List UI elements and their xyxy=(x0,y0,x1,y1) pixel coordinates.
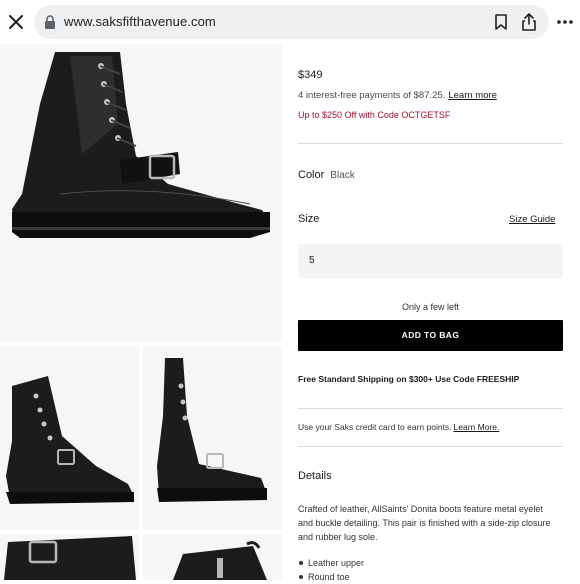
installment-learn-more-link[interactable]: Learn more xyxy=(448,90,497,101)
promo-code-text: Up to $250 Off with Code OCTGETSF xyxy=(298,110,451,120)
add-to-bag-button[interactable]: ADD TO BAG xyxy=(298,320,563,351)
divider xyxy=(298,143,563,144)
close-icon[interactable] xyxy=(6,12,26,32)
installment-text: 4 interest-free payments of $87.25. xyxy=(298,90,446,101)
url-text[interactable]: www.saksfifthavenue.com xyxy=(64,14,216,29)
boot-illustration xyxy=(4,536,136,580)
color-row: Color Black xyxy=(298,169,355,181)
share-icon[interactable] xyxy=(520,12,538,32)
lock-icon xyxy=(44,15,56,29)
credit-learn-more-link[interactable]: Learn More. xyxy=(454,422,500,432)
boot-illustration xyxy=(157,358,267,502)
color-label: Color xyxy=(298,169,325,181)
more-icon[interactable] xyxy=(556,14,574,30)
size-label: Size xyxy=(298,213,320,225)
shipping-note: Free Standard Shipping on $300+ Use Code… xyxy=(298,374,520,384)
color-value: Black xyxy=(330,170,355,181)
size-selector[interactable]: 5 xyxy=(298,244,563,278)
installment-info: 4 interest-free payments of $87.25. Learn… xyxy=(298,90,497,101)
divider xyxy=(298,408,563,409)
boot-illustration xyxy=(12,52,270,238)
credit-text: Use your Saks credit card to earn points… xyxy=(298,422,452,432)
product-image-thumb-3[interactable] xyxy=(0,534,139,580)
stock-note: Only a few left xyxy=(401,302,460,312)
product-price: $349 xyxy=(298,69,323,81)
product-image-thumb-4[interactable] xyxy=(143,534,282,580)
product-image-thumb-2[interactable] xyxy=(143,346,282,530)
address-bar[interactable]: www.saksfifthavenue.com xyxy=(34,5,549,39)
product-image-thumb-1[interactable] xyxy=(0,346,139,530)
bookmark-icon[interactable] xyxy=(492,13,510,31)
boot-illustration xyxy=(173,541,267,580)
list-item: Round toe xyxy=(298,570,364,584)
details-heading[interactable]: Details xyxy=(298,470,332,482)
details-description: Crafted of leather, AllSaints' Donita bo… xyxy=(298,504,551,542)
credit-card-note: Use your Saks credit card to earn points… xyxy=(298,422,499,432)
size-selected-value: 5 xyxy=(309,255,315,266)
product-image-main[interactable] xyxy=(0,44,282,342)
size-guide-link[interactable]: Size Guide xyxy=(509,214,555,225)
list-item: Leather upper xyxy=(298,556,364,570)
browser-toolbar: www.saksfifthavenue.com xyxy=(0,0,580,44)
boot-illustration xyxy=(6,376,134,504)
divider xyxy=(298,446,563,447)
